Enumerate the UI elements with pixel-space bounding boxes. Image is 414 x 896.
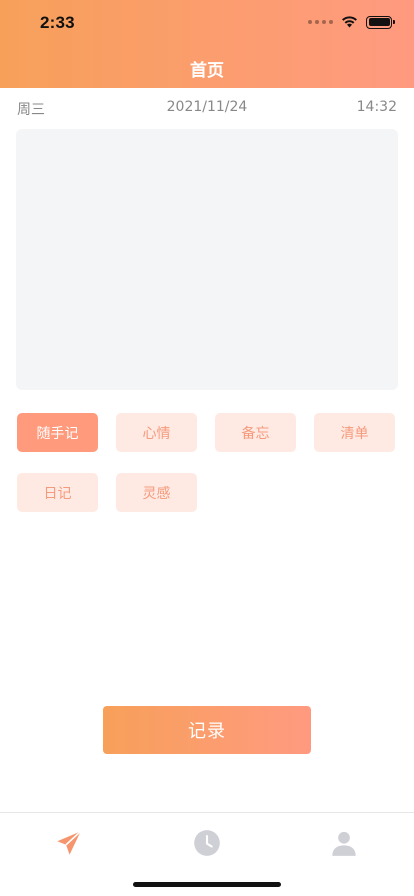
tag-xinqing[interactable]: 心情 — [116, 413, 197, 452]
wifi-icon — [341, 16, 358, 28]
tag-suishouji[interactable]: 随手记 — [17, 413, 98, 452]
paper-plane-icon — [55, 829, 83, 861]
header-bar: 2:33 首页 — [0, 0, 414, 88]
date-label: 2021/11/24 — [166, 99, 248, 115]
date-info-row: 周三 2021/11/24 14:32 — [17, 99, 397, 119]
status-time: 2:33 — [40, 13, 75, 32]
tag-riji[interactable]: 日记 — [17, 473, 98, 512]
time-label: 14:32 — [356, 99, 397, 115]
tab-profile[interactable] — [328, 829, 360, 861]
tag-qingdan[interactable]: 清单 — [314, 413, 395, 452]
battery-icon — [366, 15, 395, 29]
tag-linggan[interactable]: 灵感 — [116, 473, 197, 512]
status-icons — [308, 14, 395, 30]
home-indicator — [133, 882, 281, 887]
person-icon — [330, 829, 358, 861]
note-text-area[interactable] — [16, 129, 398, 390]
page-title: 首页 — [190, 61, 224, 81]
tab-history[interactable] — [191, 829, 223, 861]
clock-icon — [193, 829, 221, 861]
tag-beiwang[interactable]: 备忘 — [215, 413, 296, 452]
tab-record[interactable] — [53, 829, 85, 861]
record-button[interactable]: 记录 — [103, 706, 311, 754]
cellular-signal-icon — [308, 20, 333, 24]
